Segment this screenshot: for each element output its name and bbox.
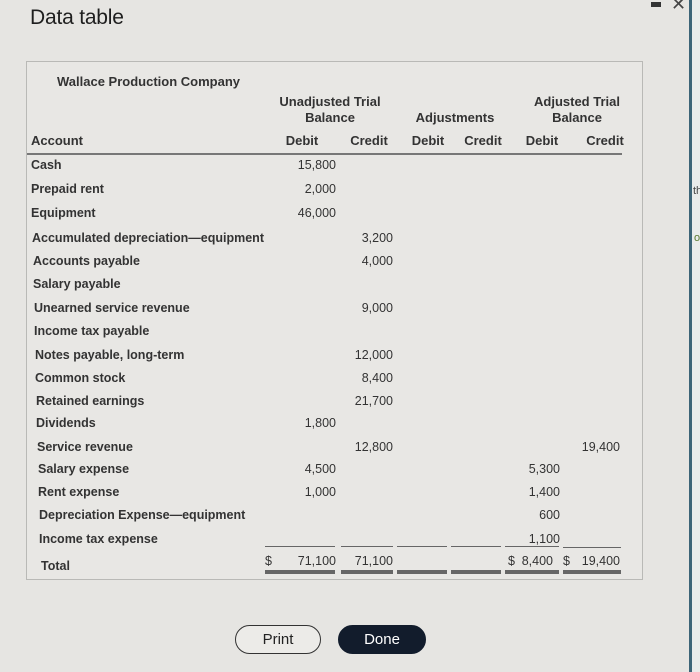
- cell-ut-credit: 21,700: [354, 394, 393, 408]
- background-text-2: o: [694, 232, 700, 244]
- background-window-edge: th o: [689, 0, 700, 672]
- account-name: Income tax payable: [34, 324, 150, 338]
- table-row: Income tax payable: [27, 321, 637, 343]
- group-adjusted-trial-balance: Adjusted Trial Balance: [522, 94, 632, 126]
- company-name: Wallace Production Company: [57, 74, 240, 89]
- underline-ut-debit: [265, 546, 335, 547]
- table-row: Accounts payable 4,000: [27, 251, 637, 273]
- group-adjusted-line1: Adjusted Trial: [534, 94, 620, 109]
- account-name: Salary expense: [38, 462, 130, 476]
- total-ut-debit: 71,100: [297, 554, 336, 568]
- cell-ut-debit: 1,800: [304, 416, 336, 430]
- account-name: Dividends: [36, 416, 96, 430]
- underline-adj-credit: [451, 546, 501, 547]
- table-row: Salary payable: [27, 274, 637, 296]
- cell-at-credit: 19,400: [581, 440, 620, 454]
- column-header-at-credit: Credit: [586, 133, 624, 148]
- account-name: Equipment: [31, 206, 96, 220]
- table-row: Depreciation Expense—equipment 600: [27, 505, 637, 527]
- cell-ut-debit: 2,000: [304, 182, 336, 196]
- cell-ut-credit: 12,000: [354, 348, 393, 362]
- column-header-adj-debit: Debit: [411, 133, 445, 148]
- table-row: Dividends 1,800: [27, 413, 637, 435]
- group-unadjusted-trial-balance: Unadjusted Trial Balance: [275, 94, 385, 126]
- double-underline-ut-credit: [341, 570, 393, 574]
- underline-adj-debit: [397, 546, 447, 547]
- table-row: Equipment 46,000: [27, 203, 637, 225]
- account-name: Income tax expense: [39, 532, 158, 546]
- column-header-adj-credit: Credit: [464, 133, 502, 148]
- cell-ut-credit: 8,400: [361, 371, 393, 385]
- table-row: Income tax expense 1,100: [27, 529, 637, 551]
- group-adjusted-line2: Balance: [552, 110, 602, 125]
- account-name: Salary payable: [33, 277, 121, 291]
- table-row: Service revenue 12,800 19,400: [27, 437, 637, 459]
- total-at-credit: 19,400: [581, 554, 620, 568]
- underline-at-debit: [505, 546, 559, 547]
- cell-ut-debit: 1,000: [304, 485, 336, 499]
- table-row: Salary expense 4,500 5,300: [27, 459, 637, 481]
- column-header-account: Account: [31, 133, 83, 148]
- cell-ut-credit: 4,000: [361, 254, 393, 268]
- underline-ut-credit: [341, 546, 393, 547]
- account-name: Cash: [31, 158, 62, 172]
- account-name: Service revenue: [37, 440, 133, 454]
- table-row: Notes payable, long-term 12,000: [27, 345, 637, 367]
- data-table-dialog: Data table ✕ Wallace Production Company …: [0, 0, 689, 672]
- table-row: Rent expense 1,000 1,400: [27, 482, 637, 504]
- account-name: Depreciation Expense—equipment: [39, 508, 246, 522]
- total-at-debit: 8,400: [521, 554, 553, 568]
- account-name: Common stock: [35, 371, 126, 385]
- account-name: Unearned service revenue: [34, 301, 190, 315]
- account-name: Retained earnings: [36, 394, 145, 408]
- close-icon[interactable]: ✕: [671, 0, 686, 15]
- column-header-ut-credit: Credit: [350, 133, 388, 148]
- table-row: Retained earnings 21,700: [27, 391, 637, 413]
- account-name: Accumulated depreciation—equipment: [32, 231, 264, 245]
- double-underline-adj-debit: [397, 570, 447, 574]
- account-name: Rent expense: [38, 485, 120, 499]
- table-row: Unearned service revenue 9,000: [27, 298, 637, 320]
- double-underline-adj-credit: [451, 570, 501, 574]
- background-text-1: th: [693, 185, 700, 197]
- double-underline-at-debit: [505, 570, 559, 574]
- total-ut-credit: 71,100: [354, 554, 393, 568]
- cell-at-debit: 600: [539, 508, 560, 522]
- account-name: Accounts payable: [33, 254, 140, 268]
- underline-at-credit: [563, 547, 621, 548]
- total-label: Total: [41, 559, 70, 573]
- account-name: Notes payable, long-term: [35, 348, 185, 362]
- done-button[interactable]: Done: [338, 625, 426, 654]
- cell-ut-credit: 3,200: [361, 231, 393, 245]
- group-adjustments: Adjustments: [415, 110, 495, 125]
- cell-ut-debit: 4,500: [304, 462, 336, 476]
- print-button[interactable]: Print: [235, 625, 321, 654]
- account-name: Prepaid rent: [31, 182, 104, 196]
- table-row: Cash 15,800: [27, 155, 637, 177]
- dialog-title: Data table: [30, 6, 124, 29]
- table-row: Common stock 8,400: [27, 368, 637, 390]
- double-underline-ut-debit: [265, 570, 335, 574]
- cell-ut-debit: 15,800: [297, 158, 336, 172]
- total-ut-debit-currency: $: [265, 554, 272, 568]
- cell-ut-credit: 9,000: [361, 301, 393, 315]
- cell-ut-debit: 46,000: [297, 206, 336, 220]
- column-header-ut-debit: Debit: [285, 133, 319, 148]
- double-underline-at-credit: [563, 570, 621, 574]
- column-header-at-debit: Debit: [525, 133, 559, 148]
- cell-at-debit: 1,100: [528, 532, 560, 546]
- group-unadjusted-line1: Unadjusted Trial: [279, 94, 381, 109]
- cell-ut-credit: 12,800: [354, 440, 393, 454]
- table-row: Prepaid rent 2,000: [27, 179, 637, 201]
- table-row: Accumulated depreciation—equipment 3,200: [27, 228, 637, 250]
- cell-at-debit: 5,300: [528, 462, 560, 476]
- cell-at-debit: 1,400: [528, 485, 560, 499]
- group-unadjusted-line2: Balance: [305, 110, 355, 125]
- minimize-icon[interactable]: [651, 2, 661, 7]
- trial-balance-table: Wallace Production Company Unadjusted Tr…: [26, 61, 643, 580]
